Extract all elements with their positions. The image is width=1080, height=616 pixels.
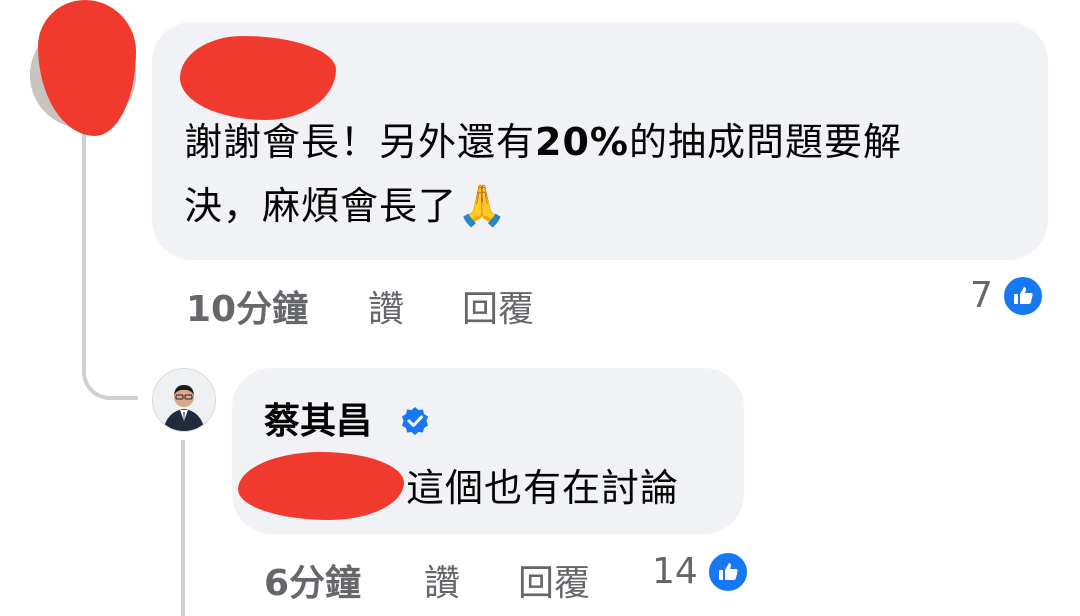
comment-timestamp[interactable]: 6分鐘 [264,564,361,604]
reaction-summary[interactable]: 7 [970,274,1045,318]
comment-text: 這個也有在討論 [406,466,680,510]
comment-text-part: 的抽成問題要解 [628,120,902,164]
commenter-avatar[interactable] [152,368,216,432]
comment-thread: 謝謝會長！另外還有20%的抽成問題要解 決，麻煩會長了🙏 10分鐘 讚 回覆 7 [0,0,1080,616]
reaction-summary[interactable]: 14 [652,550,750,594]
like-button[interactable]: 讚 [368,290,404,330]
comment-text: 謝謝會長！另外還有20%的抽成問題要解 決，麻煩會長了🙏 [184,110,1024,238]
reaction-count: 7 [970,275,993,316]
reaction-count: 14 [652,551,698,592]
thread-connector-line [82,128,138,400]
praying-hands-emoji: 🙏 [457,183,508,229]
reply-button[interactable]: 回覆 [462,290,534,330]
redaction-mark [238,452,404,520]
comment-timestamp[interactable]: 10分鐘 [186,290,308,330]
like-thumb-icon [1000,274,1045,318]
like-thumb-icon [705,550,750,594]
avatar-photo-icon [153,369,215,431]
comment-author-name[interactable]: 蔡其昌 [264,402,372,442]
reply-thread-line [181,440,185,616]
verified-badge-icon [402,407,428,435]
reply-button[interactable]: 回覆 [518,564,590,604]
like-button[interactable]: 讚 [424,564,460,604]
comment-text-part: 決，麻煩會長了 [184,184,458,228]
comment-text-part: 謝謝會長！另外還有 [184,120,536,164]
comment-text-bold: 20% [535,120,629,164]
